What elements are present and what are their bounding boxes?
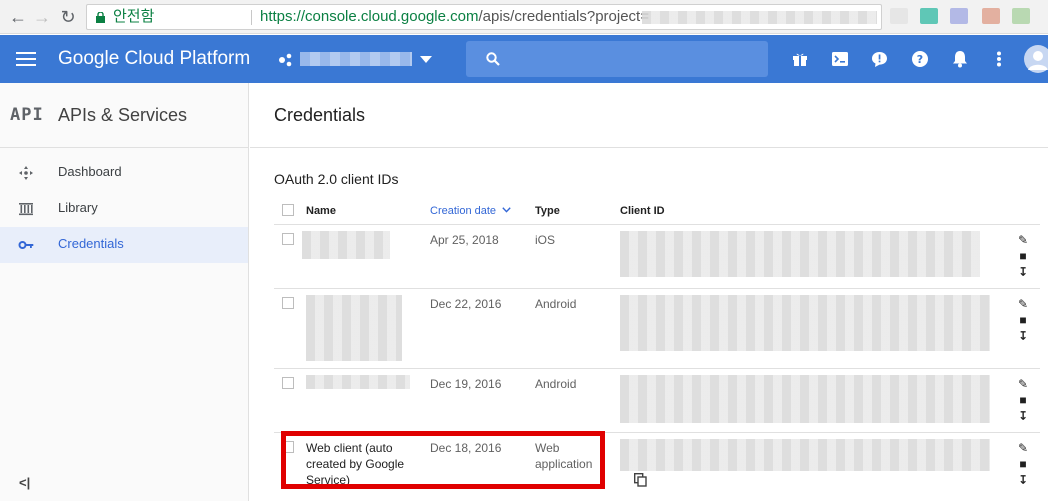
svg-text:?: ?: [917, 53, 923, 66]
edit-icon[interactable]: ✎: [1016, 297, 1030, 311]
row-checkbox[interactable]: [282, 297, 294, 309]
redacted-client-name[interactable]: [306, 375, 410, 389]
extension-icon[interactable]: [950, 8, 968, 24]
sidebar: API APIs & Services Dashboard Library Cr…: [0, 83, 249, 501]
divider: [250, 147, 1048, 148]
divider: [0, 147, 248, 148]
collapse-sidebar-icon[interactable]: <|: [19, 475, 30, 490]
url-text: https://console.cloud.google.com/apis/cr…: [260, 5, 649, 29]
product-name[interactable]: Google Cloud Platform: [58, 48, 250, 70]
redacted-client-id: [620, 375, 990, 423]
delete-icon[interactable]: ■: [1016, 249, 1030, 263]
url-path: /apis/credentials?project=: [478, 8, 649, 25]
select-all-checkbox[interactable]: [282, 204, 294, 216]
download-icon[interactable]: ↧: [1016, 265, 1030, 279]
client-type: Android: [535, 377, 577, 391]
sort-chevron-icon: [502, 207, 511, 213]
key-icon: [18, 241, 34, 249]
extension-icon[interactable]: [1012, 8, 1030, 24]
url-host: https://console.cloud.google.com: [260, 8, 479, 25]
sidebar-item-library[interactable]: Library: [0, 191, 248, 227]
library-icon: [19, 203, 33, 216]
highlight-box: [281, 431, 605, 489]
sidebar-item-dashboard[interactable]: Dashboard: [0, 155, 248, 191]
chevron-down-icon[interactable]: [420, 56, 432, 63]
dashboard-icon: [19, 166, 33, 180]
creation-date: Dec 22, 2016: [430, 297, 502, 311]
download-icon[interactable]: ↧: [1016, 329, 1030, 343]
delete-icon[interactable]: ■: [1016, 393, 1030, 407]
row-checkbox[interactable]: [282, 233, 294, 245]
creation-date: Dec 19, 2016: [430, 377, 502, 391]
edit-icon[interactable]: ✎: [1016, 233, 1030, 247]
extension-icon[interactable]: [920, 8, 938, 24]
extension-icon[interactable]: [890, 8, 908, 24]
address-separator: [251, 10, 252, 25]
redacted-project-name[interactable]: [300, 52, 412, 66]
menu-icon[interactable]: [16, 52, 36, 66]
search-icon: [486, 52, 500, 66]
notifications-icon[interactable]: [952, 50, 968, 68]
search-input[interactable]: [466, 41, 768, 77]
client-type: Android: [535, 297, 577, 311]
feedback-icon[interactable]: [871, 51, 888, 67]
section-title: OAuth 2.0 client IDs: [274, 171, 399, 187]
reload-icon[interactable]: ↻: [58, 7, 78, 27]
project-icon: [279, 53, 292, 67]
more-vert-icon[interactable]: [996, 51, 1002, 67]
download-icon[interactable]: ↧: [1016, 473, 1030, 487]
sidebar-item-credentials[interactable]: Credentials: [0, 227, 248, 263]
lock-icon: [96, 12, 105, 23]
sidebar-item-label: Library: [58, 200, 98, 215]
extension-icon[interactable]: [982, 8, 1000, 24]
top-app-bar: Google Cloud Platform ?: [0, 35, 1048, 83]
redacted-client-id: [620, 295, 990, 351]
sidebar-title: APIs & Services: [58, 105, 188, 125]
avatar[interactable]: [1024, 45, 1048, 73]
redacted-project-id: [642, 11, 877, 24]
redacted-client-name[interactable]: [302, 231, 390, 259]
row-divider: [274, 288, 1040, 289]
redacted-client-name[interactable]: [306, 295, 402, 361]
address-bar[interactable]: 안전함 https://console.cloud.google.com/api…: [86, 4, 882, 30]
redacted-client-id: [620, 439, 990, 471]
row-divider: [274, 368, 1040, 369]
copy-icon[interactable]: [634, 473, 647, 487]
column-header-creation-date-label: Creation date: [430, 205, 497, 217]
page-title: Credentials: [274, 105, 366, 125]
secure-label: 안전함: [113, 8, 155, 25]
column-header-name[interactable]: Name: [306, 205, 336, 217]
client-type: iOS: [535, 233, 556, 247]
edit-icon[interactable]: ✎: [1016, 441, 1030, 455]
creation-date: Apr 25, 2018: [430, 233, 499, 247]
api-logo: API: [10, 105, 44, 125]
download-icon[interactable]: ↧: [1016, 409, 1030, 423]
forward-icon[interactable]: →: [32, 7, 52, 27]
redacted-client-id: [620, 231, 980, 277]
sidebar-item-label: Credentials: [58, 236, 124, 251]
browser-toolbar: ← → ↻ 안전함 https://console.cloud.google.c…: [0, 0, 1048, 34]
gift-icon[interactable]: [792, 51, 808, 67]
column-header-creation-date[interactable]: Creation date: [430, 205, 511, 217]
column-header-client-id[interactable]: Client ID: [620, 205, 665, 217]
delete-icon[interactable]: ■: [1016, 313, 1030, 327]
sidebar-item-label: Dashboard: [58, 164, 122, 179]
back-icon[interactable]: ←: [8, 7, 28, 27]
help-icon[interactable]: ?: [912, 51, 928, 67]
main-content: Credentials OAuth 2.0 client IDs Name Cr…: [250, 83, 1048, 501]
delete-icon[interactable]: ■: [1016, 457, 1030, 471]
row-divider: [274, 224, 1040, 225]
edit-icon[interactable]: ✎: [1016, 377, 1030, 391]
cloud-shell-icon[interactable]: [832, 51, 848, 67]
column-header-type[interactable]: Type: [535, 205, 560, 217]
row-checkbox[interactable]: [282, 377, 294, 389]
